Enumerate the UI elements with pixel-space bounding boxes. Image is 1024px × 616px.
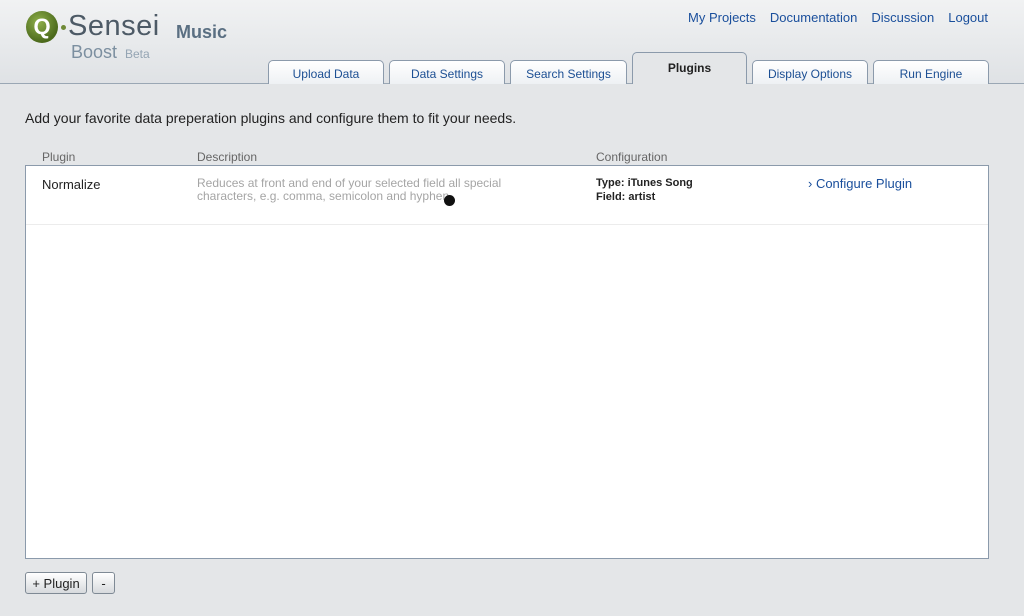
plugins-list: Normalize Reduces at front and end of yo… [25,165,989,559]
plugin-description: Reduces at front and end of your selecte… [197,176,502,203]
tab-run-engine[interactable]: Run Engine [873,60,989,84]
logo-q-mark: Q [26,11,58,43]
top-nav: My Projects Documentation Discussion Log… [688,10,988,25]
logo-boost-text: Boost [71,42,118,62]
add-plugin-button[interactable]: + Plugin [25,572,87,594]
column-header-plugin: Plugin [42,150,76,164]
project-name: Music [176,22,228,42]
logout-link[interactable]: Logout [948,10,988,25]
app-header: Q Sensei Boost Beta Music My Projects Do… [0,0,1024,84]
tab-display-options[interactable]: Display Options [752,60,868,84]
plugins-intro-text: Add your favorite data preperation plugi… [25,110,517,126]
mouse-cursor-icon [444,195,455,206]
plugin-name: Normalize [42,177,101,192]
plugin-config-type: Type: iTunes Song [596,177,693,189]
remove-plugin-button[interactable]: - [92,572,115,594]
tab-search-settings[interactable]: Search Settings [510,60,627,84]
tab-plugins[interactable]: Plugins [632,52,747,84]
plugin-row[interactable]: Normalize Reduces at front and end of yo… [26,166,988,225]
tab-data-settings[interactable]: Data Settings [389,60,505,84]
column-header-description: Description [197,150,258,164]
discussion-link[interactable]: Discussion [871,10,934,25]
configure-plugin-link[interactable]: › Configure Plugin [808,176,912,191]
my-projects-link[interactable]: My Projects [688,10,756,25]
column-header-configuration: Configuration [596,150,668,164]
plugin-config-field: Field: artist [596,191,656,203]
plugin-configuration: Type: iTunes Song Field: artist [596,176,693,204]
documentation-link[interactable]: Documentation [770,10,857,25]
logo-sensei-text: Sensei [68,10,160,42]
logo-dot [61,25,66,30]
tab-upload-data[interactable]: Upload Data [268,60,384,84]
logo-beta-text: Beta [125,47,150,61]
